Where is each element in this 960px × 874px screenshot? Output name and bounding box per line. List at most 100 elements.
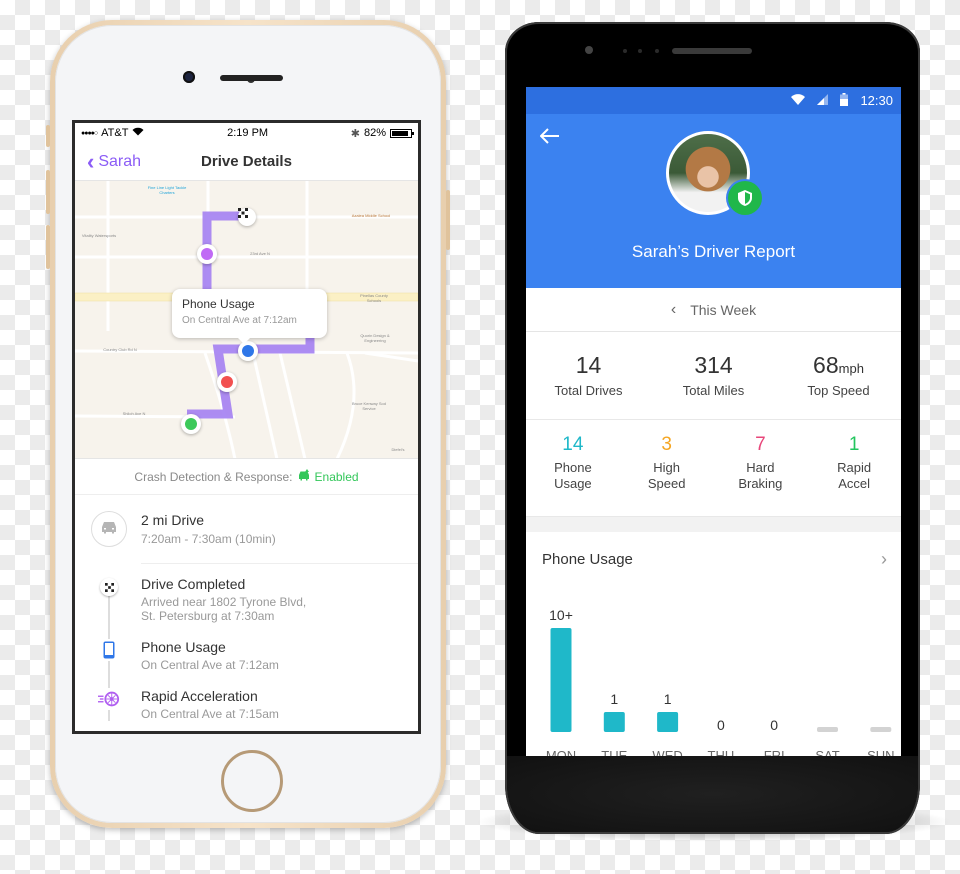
bar-data-label: 1 (610, 691, 618, 707)
report-title: Sarah’s Driver Report (631, 242, 796, 261)
drive-map[interactable]: Fine Line Light Tackle Charters Azalea M… (75, 181, 418, 459)
chevron-right-icon: › (881, 548, 887, 569)
map-street-label: 23rd Ave N (250, 251, 270, 256)
ios-clock: 2:19 PM (227, 127, 269, 139)
android-clock: 12:30 (860, 93, 893, 108)
checkered-flag-icon (98, 576, 120, 598)
stat-value: 314 (694, 352, 733, 378)
bar-group-thu: 0 THU (708, 717, 735, 756)
earpiece-speaker (672, 48, 752, 54)
volume-up-button (46, 170, 50, 214)
x-tick-label: FRI (764, 748, 785, 756)
crash-detection-row: Crash Detection & Response: Enabled (75, 459, 418, 495)
power-button (446, 190, 450, 250)
stat-value: 68 (813, 352, 839, 378)
crash-car-icon (297, 469, 311, 484)
bluetooth-icon: ✱ (350, 127, 360, 140)
bar-group-mon: 10+ MON (546, 607, 576, 756)
stat-label: Top Speed (807, 383, 870, 398)
event-marker-purple[interactable] (197, 244, 217, 264)
shield-icon (728, 181, 762, 215)
phone-usage-bar-chart: 10+ MON 1 TUE 1 WED 0 THU 0 FRI SAT SUN (546, 607, 895, 756)
timeline-title: Drive Completed (141, 576, 246, 592)
map-poi-label: Bruce Kenway Sod Service (351, 401, 387, 411)
sensor (655, 49, 659, 53)
bar (603, 712, 625, 732)
callout-subtitle: On Central Ave at 7:12am (182, 315, 297, 326)
timeline-title: Rapid Acceleration (141, 688, 258, 704)
mute-switch (46, 125, 50, 147)
drive-end-marker[interactable] (238, 208, 256, 226)
volume-down-button (46, 225, 50, 269)
bar (657, 712, 679, 732)
phone-usage-card: Phone Usage › 10+ MON 1 TUE 1 WED 0 THU 0 FRI SAT S… (526, 532, 901, 756)
map-poi-label: Fine Line Light Tackle Charters (147, 185, 187, 195)
period-selector: ‹ This Week (526, 288, 901, 332)
x-tick-label: MON (546, 748, 576, 756)
event-label: Accel (838, 476, 871, 491)
stat-value: 14 (575, 352, 602, 378)
event-high-speed[interactable]: 3 High Speed (620, 434, 714, 516)
event-value: 3 (661, 434, 672, 455)
back-button[interactable]: ‹ Sarah (75, 148, 141, 174)
x-tick-label: WED (652, 748, 682, 756)
signal-strength-icon: ●●●●○ (81, 129, 98, 137)
callout-title: Phone Usage (182, 297, 255, 311)
stat-total-miles: 314 Total Miles (651, 332, 776, 419)
earpiece-speaker (220, 75, 283, 81)
timeline-item-rapid-acceleration[interactable]: Rapid Acceleration On Central Ave at 7:1… (75, 688, 418, 721)
phone-usage-card-header[interactable]: Phone Usage › (526, 532, 901, 586)
stat-label: Total Miles (682, 383, 745, 398)
drive-start-marker[interactable] (181, 414, 201, 434)
bar (550, 628, 572, 732)
chevron-left-icon[interactable]: ‹ (671, 301, 676, 319)
bar-data-label: 0 (770, 717, 778, 733)
navigation-bar: ‹ Sarah Drive Details (75, 143, 418, 181)
event-label: Usage (554, 476, 592, 491)
bar-group-sat: SAT (815, 727, 840, 756)
home-button[interactable] (221, 750, 283, 812)
map-poi-label: Diefel's (391, 447, 405, 452)
stat-total-drives: 14 Total Drives (526, 332, 651, 419)
period-label: This Week (690, 301, 757, 318)
summary-stats: 14 Total Drives 314 Total Miles 68mph To… (526, 332, 901, 420)
event-phone-usage[interactable]: 14 Phone Usage (526, 434, 620, 516)
map-poi-label: Azalea Middle School (351, 213, 391, 218)
android-screen: 12:30 Sarah’s Driver Report ‹ This Week … (526, 87, 901, 756)
map-poi-label: Quorin Design & Engineering (360, 333, 390, 343)
wifi-icon (791, 93, 806, 108)
bar-data-label: 10+ (549, 607, 573, 623)
timeline-title: Phone Usage (141, 639, 226, 655)
chevron-left-icon: ‹ (87, 148, 95, 174)
timeline-subtitle: On Central Ave at 7:12am (141, 658, 279, 672)
front-camera (183, 71, 195, 83)
x-tick-label: SUN (867, 748, 894, 756)
drive-time-range: 7:20am - 7:30am (10min) (141, 532, 276, 546)
map-callout[interactable]: Phone Usage On Central Ave at 7:12am (172, 289, 327, 344)
timeline-item-phone-usage[interactable]: Phone Usage On Central Ave at 7:12am (75, 639, 418, 672)
hard-braking-marker[interactable] (217, 372, 237, 392)
drive-summary[interactable]: 2 mi Drive 7:20am - 7:30am (10min) (75, 495, 418, 563)
event-label: Braking (738, 476, 783, 491)
event-value: 14 (562, 434, 584, 455)
timeline-item-drive-completed[interactable]: Drive Completed Arrived near 1802 Tyrone… (75, 576, 418, 623)
event-value: 1 (848, 434, 860, 455)
timeline-subtitle: On Central Ave at 7:15am (141, 707, 279, 721)
event-hard-braking[interactable]: 7 Hard Braking (714, 434, 808, 516)
front-camera (585, 46, 593, 54)
crash-detection-status: Enabled (314, 469, 359, 484)
back-arrow-icon[interactable] (539, 128, 560, 149)
event-rapid-accel[interactable]: 1 Rapid Accel (807, 434, 901, 516)
bar-group-wed: 1 WED (652, 691, 682, 756)
event-label: Rapid (837, 460, 872, 475)
map-poi-label: Vitality Watersports (81, 233, 117, 238)
event-value: 7 (755, 434, 766, 455)
x-tick-label: SAT (815, 748, 839, 756)
report-header: Sarah’s Driver Report (526, 114, 901, 288)
map-poi-label: Pinellas County Schools (360, 293, 388, 303)
stat-label: Total Drives (554, 383, 623, 398)
bar-empty (817, 727, 838, 732)
phone-usage-marker[interactable] (238, 341, 258, 361)
rapid-acceleration-icon (98, 688, 120, 710)
car-icon (100, 520, 118, 539)
